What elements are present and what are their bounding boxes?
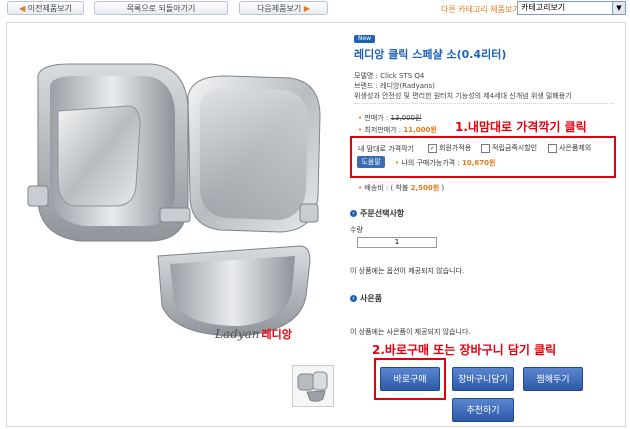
arrow-bullet-icon: › [350, 210, 357, 217]
option-exclude-gift[interactable]: 사은품제외 [548, 143, 591, 153]
no-gift-text: 이 상품에는 사은품이 제공되지 않습니다. [350, 328, 471, 336]
option-points-discount[interactable]: 적립금즉시할인 [481, 143, 537, 153]
recommend-button[interactable]: 추천하기 [452, 398, 514, 422]
option-member-price[interactable]: ✓ 회원가적용 [428, 143, 471, 153]
price-row: • 판매가 : 13,000원 [358, 113, 421, 123]
checkbox-icon[interactable] [481, 143, 490, 153]
lowest-price-row: • 최저판매가 : 11,000원 [358, 125, 437, 135]
my-price-value: 10,670원 [461, 159, 496, 167]
qty-label: 수량 [350, 226, 363, 234]
logo-text: Ladyan [215, 327, 260, 341]
shipping-row: • 배송비 : ( 착불 2,500원 ) [358, 183, 444, 193]
quantity-input[interactable]: 1 [357, 237, 437, 248]
lowest-price-value: 11,000원 [403, 126, 437, 134]
add-to-cart-button[interactable]: 장바구니담기 [452, 367, 514, 391]
gift-title-text: 사은품 [360, 294, 383, 303]
price-value: 13,000원 [390, 114, 422, 122]
bullet-icon: • [358, 114, 363, 122]
help-button[interactable]: 도움말 [357, 156, 385, 168]
arrow-bullet-icon: › [350, 295, 357, 302]
order-options-title: › 주문선택사항 [350, 208, 404, 219]
my-price-label: 나의 구매가능가격 : [401, 159, 460, 167]
other-category-label: 다른 카테고리 제품보기 ▶ [441, 4, 528, 15]
shipping-label: 배송비 : ( 착불 [364, 184, 409, 192]
back-to-list-button[interactable]: 목록으로 되돌아가기 [94, 1, 228, 15]
arrow-right-icon: ▶ [303, 4, 310, 13]
next-product-button[interactable]: 다음제품보기 ▶ [239, 1, 328, 15]
pricing-label: 내 맘대로 가격깍기 [358, 145, 414, 153]
divider [354, 103, 614, 104]
prev-product-label: 이전제품보기 [27, 4, 72, 13]
product-main-image: Ladyan 레디앙 [10, 36, 335, 362]
order-options-title-text: 주문선택사항 [360, 209, 405, 218]
prev-product-button[interactable]: ◀ 이전제품보기 [7, 1, 84, 15]
option-exclude-gift-label: 사은품제외 [559, 144, 592, 152]
shipping-value: 2,500원 [410, 184, 440, 192]
buy-now-button[interactable]: 바로구매 [380, 367, 440, 391]
product-name: 레디앙 클릭 스페샬 소(0.4리터) [354, 48, 507, 61]
chevron-down-icon: ▼ [612, 2, 625, 14]
brand-logo: Ladyan 레디앙 [215, 326, 292, 342]
option-member-label: 회원가적용 [439, 144, 472, 152]
bullet-icon: • [358, 184, 363, 192]
category-select[interactable]: 카테고리보기 ▼ [517, 1, 626, 15]
other-category-text: 다른 카테고리 제품보기 [441, 5, 520, 14]
product-photo [27, 63, 321, 337]
my-price: • 나의 구매가능가격 : 10,670원 [395, 158, 495, 168]
model-info: 모델명 : Click STS Q4 [354, 72, 425, 80]
annotation-step2: 2.바로구매 또는 장바구니 담기 클릭 [372, 343, 557, 357]
no-option-text: 이 상품에는 옵션이 제공되지 않습니다. [350, 267, 465, 275]
price-label: 판매가 : [364, 114, 389, 122]
back-to-list-label: 목록으로 되돌아가기 [126, 4, 196, 13]
logo-korean: 레디앙 [261, 328, 292, 341]
arrow-left-icon: ◀ [19, 4, 26, 13]
product-description: 위생성과 안전성 및 편리한 원터치 기능성의 제4세대 신개념 위생 밀폐용기 [354, 92, 572, 100]
wishlist-button[interactable]: 찜해두기 [523, 367, 583, 391]
thumbnail-photo [297, 371, 328, 402]
bullet-icon: • [395, 159, 400, 167]
lowest-price-label: 최저판매가 : [364, 126, 402, 134]
top-navigation-bar: ◀ 이전제품보기 목록으로 되돌아가기 다음제품보기 ▶ 다른 카테고리 제품보… [0, 0, 630, 18]
option-points-label: 적립금즉시할인 [492, 144, 538, 152]
checkbox-checked-icon[interactable]: ✓ [428, 143, 437, 153]
category-select-value: 카테고리보기 [521, 3, 566, 12]
bullet-icon: • [358, 126, 363, 134]
next-product-label: 다음제품보기 [257, 4, 302, 13]
brand-info: 브랜드 : 레디앙(Radyans) [354, 82, 435, 90]
annotation-step1: 1.내맘대로 가격깍기 클릭 [455, 120, 587, 134]
shipping-suffix: ) [441, 184, 445, 192]
product-thumbnail[interactable] [292, 365, 334, 407]
checkbox-icon[interactable] [548, 143, 557, 153]
new-badge: New [354, 35, 376, 43]
gift-title: › 사은품 [350, 293, 382, 304]
